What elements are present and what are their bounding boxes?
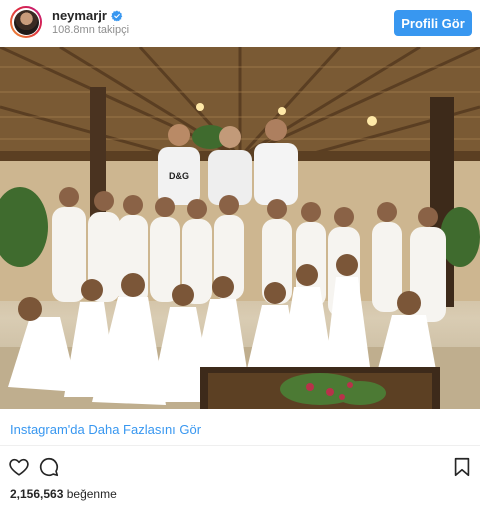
verified-badge-icon: [111, 10, 123, 21]
shirt-text: D&G: [169, 171, 189, 181]
comment-bubble-icon[interactable]: [38, 456, 60, 478]
follower-count: 108.8mn takipçi: [52, 24, 130, 36]
heart-icon[interactable]: [8, 456, 30, 478]
avatar-photo: [13, 9, 39, 35]
view-more-on-instagram-link[interactable]: Instagram'da Daha Fazlasını Gör: [10, 422, 201, 437]
username[interactable]: neymarjr: [52, 8, 107, 23]
avatar[interactable]: [10, 6, 42, 38]
post-photo[interactable]: D&G: [0, 47, 480, 409]
post-header: neymarjr 108.8mn takipçi Profili Gör: [0, 0, 480, 46]
group-photo-illustration: D&G: [0, 47, 480, 409]
like-count-label: beğenme: [66, 487, 117, 501]
view-profile-button[interactable]: Profili Gör: [394, 10, 472, 36]
instagram-embed-card: neymarjr 108.8mn takipçi Profili Gör D&G…: [0, 0, 480, 505]
bookmark-icon[interactable]: [451, 456, 473, 478]
username-row: neymarjr: [52, 8, 123, 23]
divider: [0, 445, 480, 446]
men-back-row: D&G: [158, 119, 298, 205]
like-count: 2,156,563 beğenme: [10, 487, 117, 501]
avatar-ring: [12, 8, 40, 36]
like-count-number: 2,156,563: [10, 487, 64, 501]
